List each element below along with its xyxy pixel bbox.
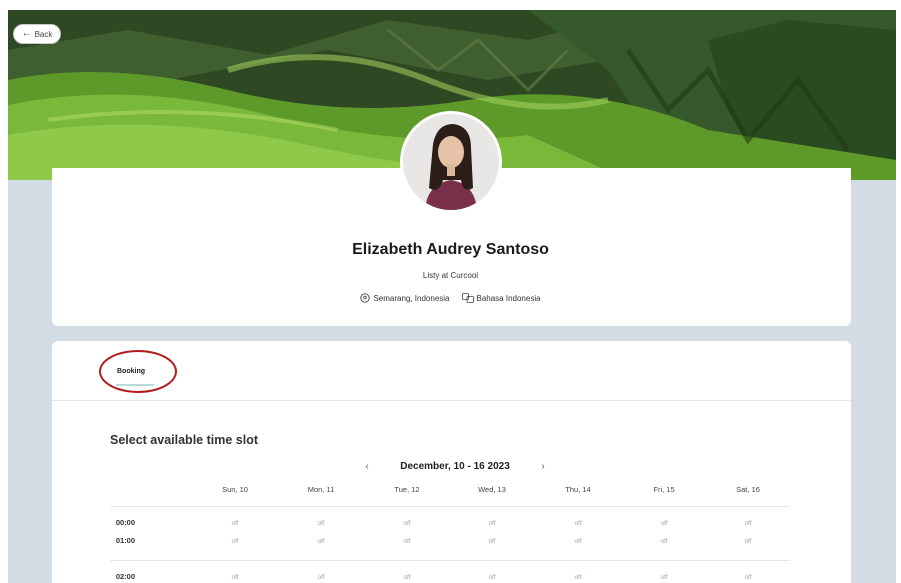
location-text: Semarang, Indonesia <box>373 293 450 303</box>
profile-role: Listy at Curcool <box>422 271 479 280</box>
time-slot[interactable]: off <box>205 538 265 545</box>
day-header: Sat, 16 <box>736 485 760 494</box>
time-slot[interactable]: off <box>548 520 608 527</box>
next-week-icon[interactable]: › <box>536 461 550 472</box>
location-item: Semarang, Indonesia <box>360 293 450 303</box>
avatar <box>400 111 502 213</box>
time-slot[interactable]: off <box>634 520 694 527</box>
back-button-label: Back <box>34 29 53 39</box>
day-header: Sun, 10 <box>222 485 248 494</box>
time-slot[interactable]: off <box>718 574 778 581</box>
day-header: Wed, 13 <box>478 485 506 494</box>
week-navigator: ‹ December, 10 - 16 2023 › <box>360 458 550 474</box>
time-slot[interactable]: off <box>548 538 608 545</box>
highlight-annotation <box>99 350 177 393</box>
week-label: December, 10 - 16 2023 <box>400 460 510 472</box>
location-pin-icon <box>360 293 371 303</box>
prev-week-icon[interactable]: ‹ <box>360 461 374 472</box>
back-button[interactable]: ← Back <box>13 24 61 44</box>
time-slot[interactable]: off <box>377 538 437 545</box>
language-text: Bahasa Indonesia <box>476 293 541 303</box>
time-slot[interactable]: off <box>205 520 265 527</box>
time-slot[interactable]: off <box>377 520 437 527</box>
time-slot[interactable]: off <box>718 520 778 527</box>
time-slot[interactable]: off <box>462 538 522 545</box>
time-slot[interactable]: off <box>718 538 778 545</box>
row-divider <box>110 506 790 507</box>
row-divider <box>110 560 790 561</box>
time-slot[interactable]: off <box>634 574 694 581</box>
time-label: 01:00 <box>115 536 135 545</box>
time-label: 02:00 <box>115 572 135 581</box>
arrow-left-icon: ← <box>21 28 32 39</box>
time-slot[interactable]: off <box>634 538 694 545</box>
language-icon <box>461 293 474 303</box>
day-header: Mon, 11 <box>307 485 335 494</box>
time-slot[interactable]: off <box>548 574 608 581</box>
time-slot[interactable]: off <box>377 574 437 581</box>
day-header: Tue, 12 <box>394 485 420 494</box>
time-slot[interactable]: off <box>462 520 522 527</box>
day-header: Fri, 15 <box>653 485 675 494</box>
profile-meta: Semarang, Indonesia Bahasa Indonesia <box>0 293 901 303</box>
profile-name: Elizabeth Audrey Santoso <box>352 241 549 258</box>
section-title: Select available time slot <box>110 433 258 447</box>
avatar-photo <box>403 114 499 210</box>
time-slot[interactable]: off <box>291 538 351 545</box>
time-slot[interactable]: off <box>205 574 265 581</box>
time-slot[interactable]: off <box>291 520 351 527</box>
day-header: Thu, 14 <box>565 485 591 494</box>
time-slot[interactable]: off <box>291 574 351 581</box>
time-label: 00:00 <box>115 518 135 527</box>
language-item: Bahasa Indonesia <box>461 293 541 303</box>
time-slot[interactable]: off <box>462 574 522 581</box>
